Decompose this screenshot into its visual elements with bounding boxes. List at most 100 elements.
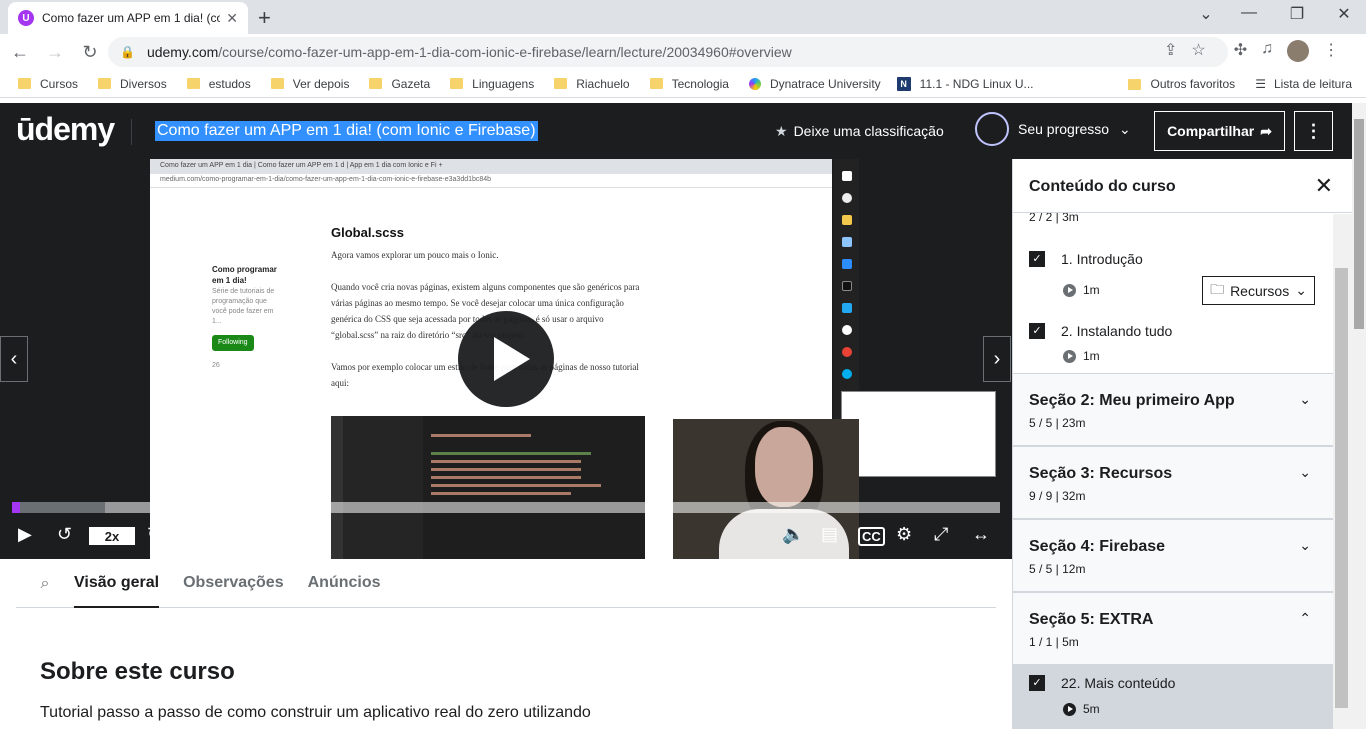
fullscreen-icon[interactable]: ⤢ [934,524,948,545]
chevron-down-icon: ⌄ [1118,121,1131,137]
section-title: Seção 2: Meu primeiro App [1029,392,1235,409]
lecture-checkbox[interactable]: ✓ [1029,251,1045,267]
skype-icon [841,369,852,379]
expand-width-icon[interactable]: ↔ [972,524,990,545]
video-player[interactable]: Como fazer um APP em 1 dia | Como fazer … [0,159,1012,559]
page-scrollbar[interactable] [1352,103,1366,729]
code-line [431,476,581,479]
resources-dropdown[interactable]: 🗀 Recursos ⌄ [1202,276,1315,305]
bookmark-label: Linguagens [472,76,535,91]
address-bar[interactable]: 🔒 udemy.com/course/como-fazer-um-app-em-… [108,37,1228,67]
bookmark-label: Outros favoritos [1150,77,1236,91]
playlist-icon[interactable]: ☰ [264,524,280,545]
progress-dropdown[interactable]: Seu progresso ⌄ [1018,121,1131,138]
media-control-icon[interactable]: ♫ [1261,40,1273,62]
close-icon[interactable]: ✕ [1315,173,1333,199]
code-line [431,434,531,437]
terminal-icon [841,281,852,291]
folder-icon [369,78,383,89]
bookmark-folder[interactable]: Riachuelo [554,77,630,91]
video-progress-bar[interactable] [12,502,1000,513]
duration-text: 5m [1083,702,1100,716]
bookmark-folder[interactable]: Diversos [98,77,167,91]
reading-list[interactable]: ☰ Lista de leitura [1255,77,1352,91]
share-page-icon[interactable]: ⇪ [1164,40,1177,62]
forward-icon[interactable]: ↻ [147,524,162,545]
new-tab-button[interactable]: + [258,5,271,31]
extensions-puzzle-icon[interactable]: ✣ [1234,40,1247,62]
active-lecture[interactable]: ✓ 22. Mais conteúdo 5m [1013,665,1333,729]
course-header: ūdemy Como fazer um APP em 1 dia! (com I… [0,103,1352,159]
code-line [431,468,581,471]
bookmark-folder[interactable]: Gazeta [369,77,430,91]
chevron-up-icon: ⌃ [1299,610,1311,626]
transcript-icon[interactable]: ▤ [821,524,838,545]
forward-arrow-icon[interactable]: → [40,42,70,63]
code-line [431,484,601,487]
video-time: 0:04 / 5:28 [182,529,245,544]
bookmark-folder[interactable]: Ver depois [270,77,349,91]
bookmark-star-icon[interactable]: ☆ [1191,40,1205,62]
publication-sidebar: Como programar em 1 dia! Série de tutori… [212,265,278,371]
lecture-title[interactable]: 1. Introdução [1061,251,1143,267]
page-scroll-thumb[interactable] [1354,119,1364,329]
minimize-button[interactable]: — [1229,4,1269,22]
bookmark-folder[interactable]: Linguagens [450,77,534,91]
search-icon[interactable]: ⌕ [16,575,74,593]
section-header[interactable]: Seção 4: Firebase 5 / 5 | 12m ⌄ [1013,519,1333,592]
next-lecture-button[interactable]: › [983,336,1011,382]
restore-button[interactable]: ❐ [1277,4,1317,24]
bookmark-folder[interactable]: Tecnologia [649,77,729,91]
lecture-title[interactable]: 2. Instalando tudo [1061,323,1172,339]
browser-tab-title: Como fazer um APP em 1 dia! (co [42,11,221,25]
browser-tab-active[interactable]: U Como fazer um APP em 1 dia! (co ✕ [8,2,248,34]
course-title[interactable]: Como fazer um APP em 1 dia! (com Ionic e… [155,121,538,141]
panel-scrollbar[interactable] [1333,214,1352,729]
bookmarks-bar: Cursos Diversos estudos Ver depois Gazet… [0,70,1366,98]
play-icon[interactable]: ▶ [18,524,32,545]
video-browser-tabs: Como fazer um APP em 1 dia | Como fazer … [150,159,832,174]
lecture-checkbox[interactable]: ✓ [1029,675,1045,691]
rate-button[interactable]: ★ Deixe uma classificação [775,123,944,140]
resources-label: Recursos [1230,282,1290,299]
bookmark-label: Dynatrace University [769,76,881,91]
browser-tab-strip: U Como fazer um APP em 1 dia! (co ✕ + ⌄ … [0,0,1366,34]
panel-scroll-thumb[interactable] [1335,268,1348,708]
tab-search-chevron-icon[interactable]: ⌄ [1186,4,1226,24]
share-button[interactable]: Compartilhar ➦ [1154,111,1285,151]
section-header[interactable]: Seção 5: EXTRA 1 / 1 | 5m ⌃ [1013,592,1333,665]
duration-text: 1m [1083,349,1100,363]
lecture-checkbox[interactable]: ✓ [1029,323,1045,339]
profile-avatar[interactable] [1287,40,1310,62]
settings-gear-icon[interactable]: ⚙ [896,524,912,545]
captions-icon[interactable]: CC [858,527,885,546]
play-overlay-button[interactable] [458,311,554,407]
browser-menu-icon[interactable]: ⋮ [1323,40,1339,62]
udemy-logo[interactable]: ūdemy [16,111,115,148]
progress-ring[interactable] [975,112,1009,146]
section-header[interactable]: Seção 3: Recursos 9 / 9 | 32m ⌄ [1013,446,1333,519]
bookmark-link[interactable]: N 11.1 - NDG Linux U... [896,76,1034,91]
reload-icon[interactable]: ↻ [75,42,105,63]
other-bookmarks[interactable]: Outros favoritos [1128,77,1235,91]
tab-overview[interactable]: Visão geral [74,560,160,608]
tab-notes[interactable]: Observações [183,560,284,608]
bookmark-folder[interactable]: estudos [186,77,251,91]
playback-speed-button[interactable]: 2x [89,527,135,545]
section-header[interactable]: Seção 2: Meu primeiro App 5 / 5 | 23m ⌄ [1013,373,1333,446]
tab-close-icon[interactable]: ✕ [226,10,238,27]
back-arrow-icon[interactable]: ← [5,42,35,63]
folder-icon [186,78,200,89]
previous-lecture-button[interactable]: ‹ [0,336,28,382]
rewind-icon[interactable]: ↺ [57,524,72,545]
more-options-button[interactable]: ⋮ [1294,111,1333,151]
volume-icon[interactable]: 🔈 [782,524,804,545]
bookmark-folder[interactable]: Cursos [18,77,78,91]
window-close-button[interactable]: ✕ [1324,4,1364,24]
tab-announcements[interactable]: Anúncios [308,560,381,608]
lecture-title[interactable]: 22. Mais conteúdo [1061,675,1175,691]
folder-icon [450,78,464,89]
url-path: /course/como-fazer-um-app-em-1-dia-com-i… [218,44,792,60]
bookmark-link[interactable]: Dynatrace University [748,76,881,91]
lock-icon: 🔒 [120,45,135,59]
